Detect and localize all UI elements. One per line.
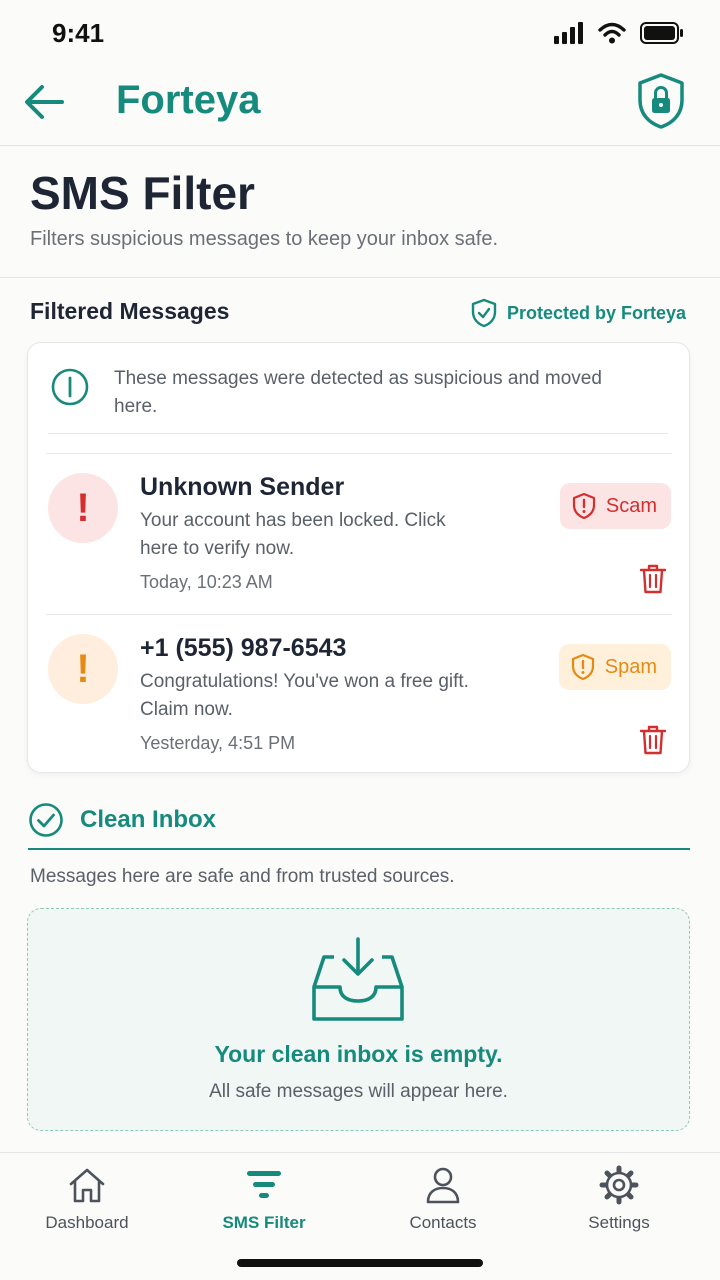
home-indicator[interactable] bbox=[237, 1259, 483, 1267]
filtered-messages-card: These messages were detected as suspicio… bbox=[27, 342, 690, 773]
alert-avatar-icon: ! bbox=[48, 473, 118, 543]
page-subtitle: Filters suspicious messages to keep your… bbox=[30, 228, 498, 250]
nav-label-settings: Settings bbox=[588, 1213, 650, 1232]
clean-inbox-title: Clean Inbox bbox=[80, 806, 217, 833]
protected-label: Protected by Forteya bbox=[506, 302, 686, 323]
scam-tag-label: Scam bbox=[605, 494, 657, 517]
nav-item-contacts[interactable]: Contacts bbox=[373, 1165, 513, 1235]
shield-alert-icon bbox=[572, 492, 595, 520]
filter-icon bbox=[247, 1171, 281, 1198]
message-sender: +1 (555) 987-6543 bbox=[140, 634, 347, 662]
home-icon bbox=[69, 1168, 105, 1203]
detection-notice: These messages were detected as suspicio… bbox=[50, 365, 670, 435]
notice-text: These messages were detected as suspicio… bbox=[114, 368, 602, 417]
nav-label-dashboard: Dashboard bbox=[45, 1213, 129, 1232]
filtered-title: Filtered Messages bbox=[30, 298, 230, 324]
check-circle-icon bbox=[29, 803, 63, 837]
trash-icon[interactable] bbox=[639, 724, 667, 756]
status-bar: 9:41 bbox=[0, 0, 720, 66]
wifi-icon bbox=[598, 22, 626, 44]
clean-inbox-subtitle: Messages here are safe and from trusted … bbox=[30, 866, 455, 887]
spam-tag: Spam bbox=[558, 644, 671, 690]
message-item-spam[interactable]: ! +1 (555) 987-6543 Congratulations! You… bbox=[28, 614, 691, 774]
divider bbox=[48, 433, 668, 434]
page-title: SMS Filter bbox=[30, 167, 255, 219]
status-time: 9:41 bbox=[52, 18, 105, 48]
app-bar: Forteya bbox=[0, 66, 720, 146]
nav-label-contacts: Contacts bbox=[409, 1213, 477, 1232]
app-title: Forteya bbox=[116, 78, 261, 122]
shield-warning-icon bbox=[571, 653, 594, 681]
nav-item-settings[interactable]: Settings bbox=[549, 1165, 689, 1235]
message-time: Yesterday, 4:51 PM bbox=[140, 733, 296, 753]
empty-state-subtitle: All safe messages will appear here. bbox=[209, 1081, 508, 1102]
warning-avatar-icon: ! bbox=[48, 634, 118, 704]
back-arrow-icon[interactable] bbox=[20, 78, 68, 126]
inbox-download-icon bbox=[312, 937, 404, 1021]
scam-tag: Scam bbox=[559, 483, 671, 529]
trash-icon[interactable] bbox=[639, 563, 667, 595]
message-item-scam[interactable]: ! Unknown Sender Your account has been l… bbox=[28, 453, 691, 613]
protected-badge: Protected by Forteya bbox=[471, 298, 686, 328]
nav-item-sms-filter[interactable]: SMS Filter bbox=[194, 1165, 334, 1235]
nav-item-dashboard[interactable]: Dashboard bbox=[17, 1165, 157, 1235]
battery-icon bbox=[640, 22, 683, 44]
message-body: Your account has been locked. Click here… bbox=[140, 510, 446, 559]
message-body: Congratulations! You've won a free gift.… bbox=[140, 671, 469, 720]
person-icon bbox=[426, 1167, 460, 1204]
shield-lock-icon[interactable] bbox=[636, 72, 686, 130]
shield-check-icon bbox=[471, 298, 497, 328]
empty-state: Your clean inbox is empty. All safe mess… bbox=[27, 908, 690, 1131]
spam-tag-label: Spam bbox=[604, 655, 657, 678]
clean-inbox-header[interactable]: Clean Inbox bbox=[28, 800, 690, 850]
status-icons bbox=[554, 22, 684, 44]
signal-icon bbox=[554, 22, 583, 44]
message-sender: Unknown Sender bbox=[140, 473, 345, 501]
page-header: SMS Filter Filters suspicious messages t… bbox=[0, 146, 720, 278]
filtered-section-header: Filtered Messages Protected by Forteya bbox=[30, 298, 690, 328]
message-time: Today, 10:23 AM bbox=[140, 572, 273, 592]
gear-icon bbox=[599, 1165, 639, 1205]
empty-state-title: Your clean inbox is empty. bbox=[214, 1041, 503, 1067]
info-icon bbox=[51, 368, 89, 406]
nav-label-sms-filter: SMS Filter bbox=[222, 1213, 306, 1232]
